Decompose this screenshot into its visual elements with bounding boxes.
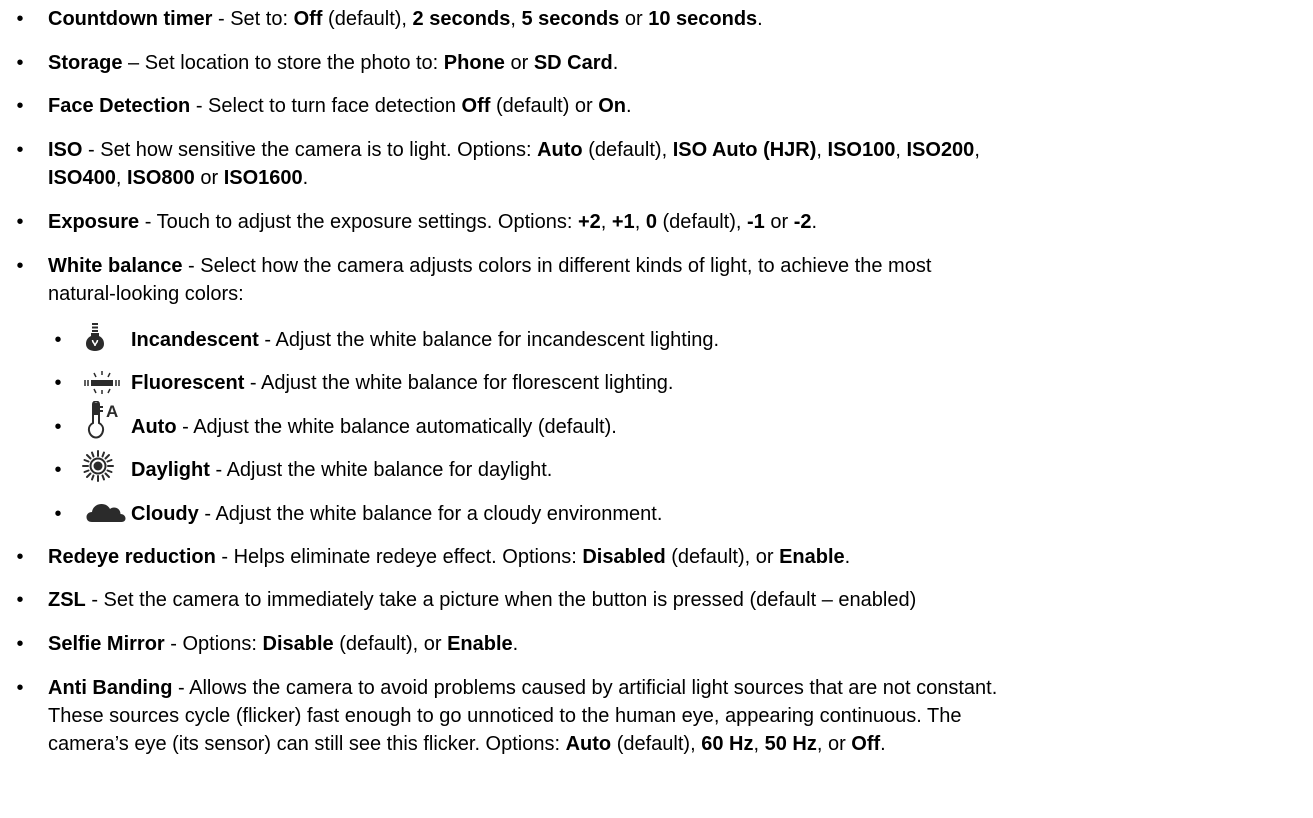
item-text: ZSL - Set the camera to immediately take… [48, 589, 917, 611]
item-text-line-2: These sources cycle (flicker) fast enoug… [48, 705, 962, 727]
item-text-line-2: ISO400, ISO800 or ISO1600. [48, 167, 309, 189]
item-text: Daylight - Adjust the white balance for … [131, 459, 553, 481]
item-text-line-1: White balance - Select how the camera ad… [48, 255, 932, 277]
item-label: Incandescent [131, 329, 259, 351]
item-text: Face Detection - Select to turn face det… [48, 95, 632, 117]
item-text: Incandescent - Adjust the white balance … [131, 329, 720, 351]
item-text: Auto - Adjust the white balance automati… [131, 416, 617, 438]
bullet: • [16, 95, 24, 117]
item-label: Face Detection [48, 95, 191, 117]
item-text: Countdown timer - Set to: Off (default),… [48, 8, 763, 30]
item-text-line-2: natural-looking colors: [48, 283, 244, 305]
item-text: Redeye reduction - Helps eliminate redey… [48, 546, 851, 568]
item-label: Storage [48, 52, 123, 74]
bullet: • [16, 211, 24, 233]
bullet: • [16, 8, 24, 30]
svg-text:A: A [106, 402, 118, 421]
item-text: Selfie Mirror - Options: Disable (defaul… [48, 633, 519, 655]
document-page: • Countdown timer - Set to: Off (default… [0, 0, 1313, 818]
bullet: • [16, 677, 24, 699]
bullet: • [16, 255, 24, 277]
item-text: Exposure - Touch to adjust the exposure … [48, 211, 818, 233]
fluorescent-tube-icon [82, 369, 122, 395]
item-text-line-3: camera’s eye (its sensor) can still see … [48, 733, 886, 755]
item-label: Auto [131, 416, 177, 438]
bullet: • [16, 52, 24, 74]
bullet: • [54, 329, 62, 351]
bullet: • [16, 139, 24, 161]
cloud-icon [86, 502, 126, 524]
item-label: Selfie Mirror [48, 633, 165, 655]
sun-icon [82, 450, 114, 482]
bullet: • [16, 589, 24, 611]
item-label: Cloudy [131, 503, 199, 525]
item-label: Anti Banding [48, 677, 173, 699]
bullet: • [54, 416, 62, 438]
item-label: White balance [48, 255, 183, 277]
item-label: Fluorescent [131, 372, 245, 394]
item-label: Exposure [48, 211, 140, 233]
item-text: Fluorescent - Adjust the white balance f… [131, 372, 674, 394]
item-text: Storage – Set location to store the phot… [48, 52, 619, 74]
item-label: ZSL [48, 589, 86, 611]
item-label: Countdown timer [48, 8, 213, 30]
item-text-line-1: Anti Banding - Allows the camera to avoi… [48, 677, 998, 699]
bullet: • [16, 633, 24, 655]
bullet: • [16, 546, 24, 568]
incandescent-bulb-icon [84, 322, 106, 352]
item-text: Cloudy - Adjust the white balance for a … [131, 503, 663, 525]
item-text-line-1: ISO - Set how sensitive the camera is to… [48, 139, 980, 161]
auto-white-balance-icon: A [86, 400, 122, 439]
bullet: • [54, 459, 62, 481]
item-label: Daylight [131, 459, 210, 481]
bullet: • [54, 503, 62, 525]
item-label: ISO [48, 139, 83, 161]
bullet: • [54, 372, 62, 394]
item-label: Redeye reduction [48, 546, 216, 568]
